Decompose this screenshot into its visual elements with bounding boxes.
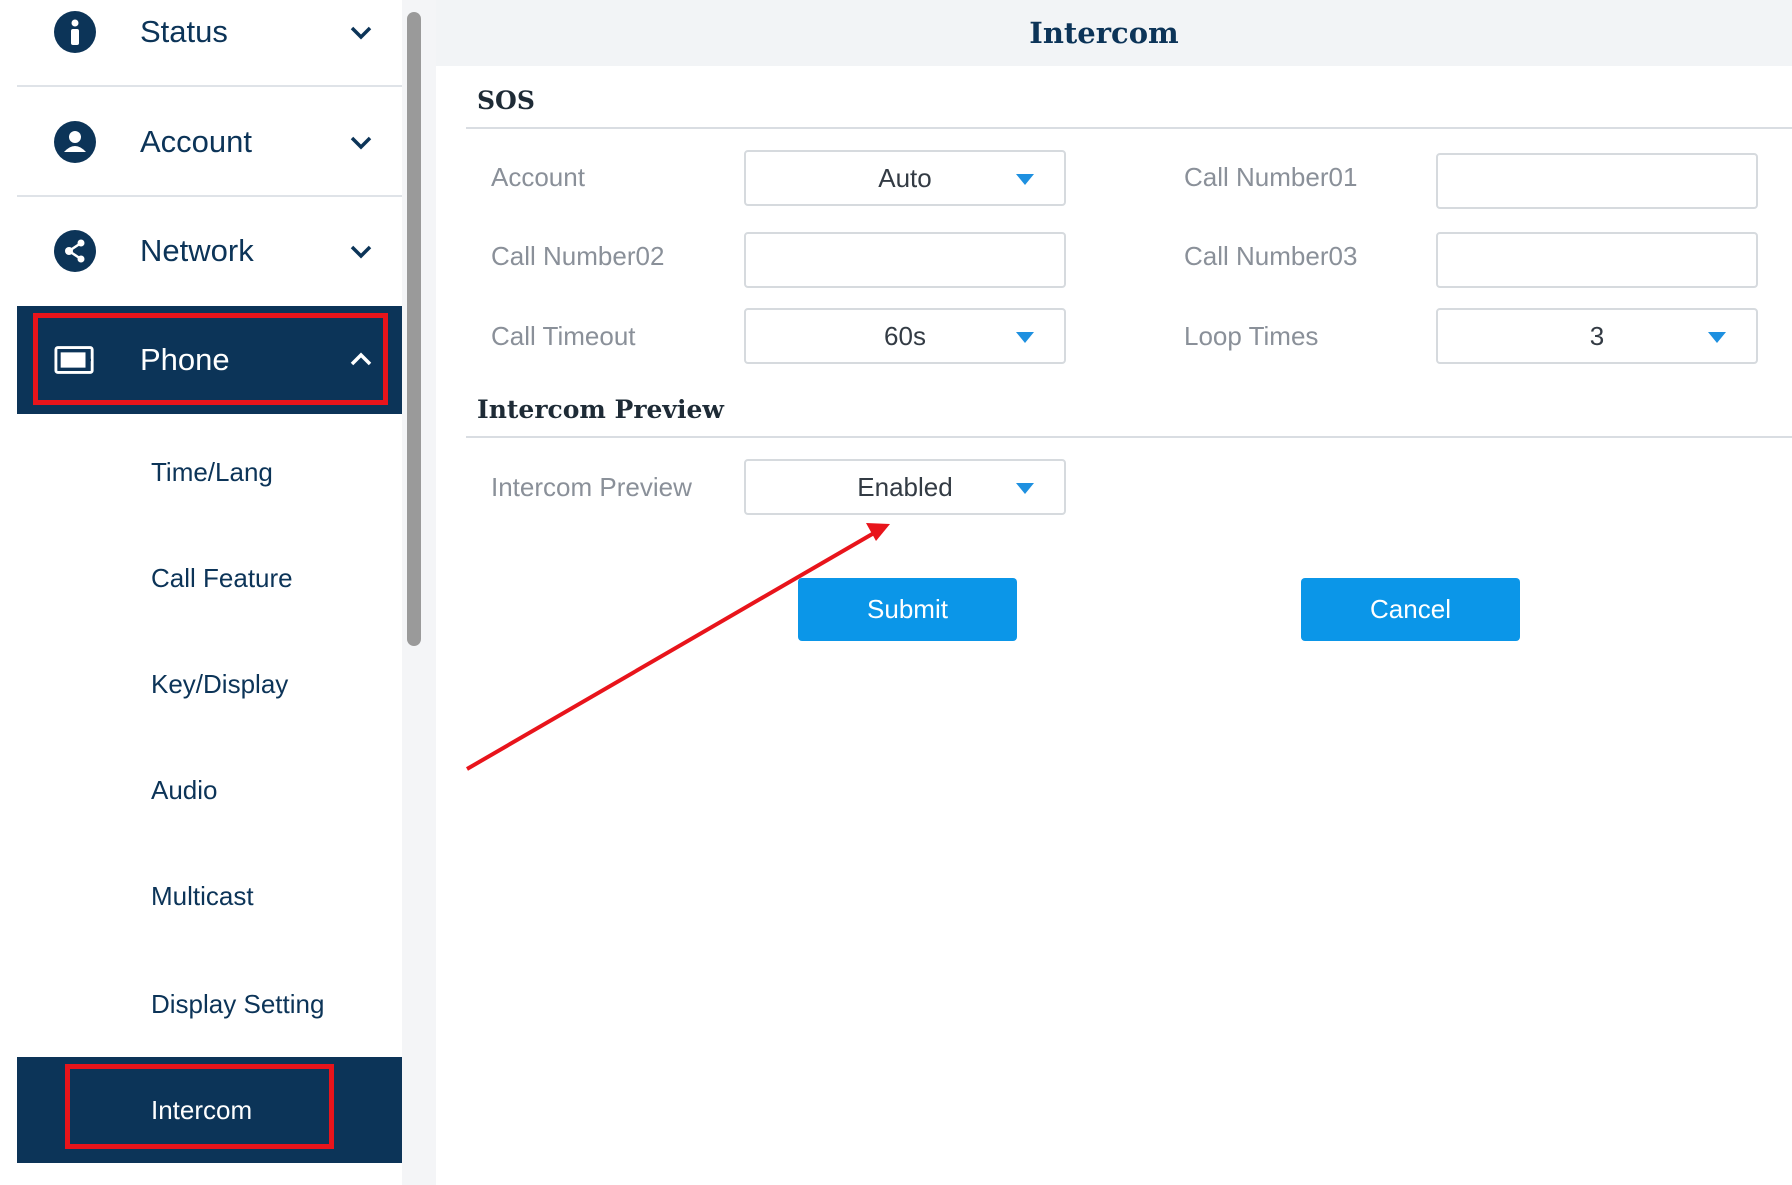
sidebar-subitem-audio[interactable]: Audio (17, 737, 402, 843)
call-number02-input[interactable] (744, 232, 1066, 288)
account-select-value: Auto (878, 162, 932, 193)
network-icon (54, 230, 96, 272)
caret-down-icon (1708, 332, 1726, 343)
section-divider (466, 127, 1792, 129)
sidebar-item-label: Network (140, 233, 254, 268)
call-number03-input[interactable] (1436, 232, 1758, 288)
sidebar-subitem-label: Call Feature (151, 562, 293, 593)
sidebar-subitem-display-setting[interactable]: Display Setting (17, 951, 402, 1057)
page-title: Intercom (1029, 16, 1179, 50)
section-title-intercom-preview: Intercom Preview (477, 395, 724, 424)
account-label: Account (491, 162, 585, 192)
sidebar-item-label: Status (140, 14, 228, 49)
sidebar-item-phone[interactable]: Phone (17, 306, 402, 414)
cancel-button[interactable]: Cancel (1301, 578, 1520, 641)
call-timeout-label: Call Timeout (491, 321, 636, 351)
scrollbar-thumb[interactable] (407, 12, 421, 646)
sidebar-subitem-call-feature[interactable]: Call Feature (17, 525, 402, 631)
loop-times-select[interactable]: 3 (1436, 308, 1758, 364)
call-number03-label: Call Number03 (1184, 241, 1358, 271)
caret-down-icon (1016, 483, 1034, 494)
caret-down-icon (1016, 174, 1034, 185)
loop-times-label: Loop Times (1184, 321, 1319, 351)
loop-times-select-value: 3 (1589, 320, 1605, 351)
sidebar-subitem-label: Audio (151, 774, 218, 805)
sidebar-subitem-intercom[interactable]: Intercom (17, 1057, 402, 1163)
page-header: Intercom (436, 0, 1792, 66)
sidebar-subitem-label: Key/Display (151, 668, 289, 699)
sidebar-subitem-key-display[interactable]: Key/Display (17, 631, 402, 737)
submit-button[interactable]: Submit (798, 578, 1017, 641)
sidebar-subitem-multicast[interactable]: Multicast (17, 843, 402, 949)
sidebar-subitem-label: Time/Lang (151, 456, 273, 487)
sidebar-item-label: Account (140, 124, 253, 159)
chevron-down-icon (350, 26, 372, 40)
chevron-up-icon (350, 352, 372, 366)
user-icon (54, 121, 96, 163)
nav-divider (17, 85, 402, 87)
sidebar-item-status[interactable]: Status (17, 0, 402, 86)
sidebar-subitem-label: Multicast (151, 880, 254, 911)
sidebar-subitem-time-lang[interactable]: Time/Lang (17, 419, 402, 525)
sidebar-subitem-label: Display Setting (151, 988, 325, 1019)
intercom-preview-select[interactable]: Enabled (744, 459, 1066, 515)
sidebar-item-account[interactable]: Account (17, 88, 402, 196)
intercom-preview-select-value: Enabled (857, 471, 953, 502)
chevron-down-icon (350, 136, 372, 150)
sidebar: Status Account Network Phone Time/Lang C… (0, 0, 402, 1185)
section-title-sos: SOS (477, 86, 535, 115)
section-divider (466, 436, 1792, 438)
sidebar-item-label: Phone (140, 342, 230, 377)
caret-down-icon (1016, 332, 1034, 343)
intercom-preview-label: Intercom Preview (491, 472, 692, 502)
call-number01-input[interactable] (1436, 153, 1758, 209)
call-timeout-select-value: 60s (884, 320, 926, 351)
sidebar-item-network[interactable]: Network (17, 197, 402, 305)
phone-device-icon (54, 339, 96, 381)
chevron-down-icon (350, 245, 372, 259)
call-number01-label: Call Number01 (1184, 162, 1358, 192)
sidebar-subitem-label: Intercom (151, 1094, 253, 1125)
account-select[interactable]: Auto (744, 150, 1066, 206)
call-timeout-select[interactable]: 60s (744, 308, 1066, 364)
info-icon (54, 11, 96, 53)
call-number02-label: Call Number02 (491, 241, 665, 271)
